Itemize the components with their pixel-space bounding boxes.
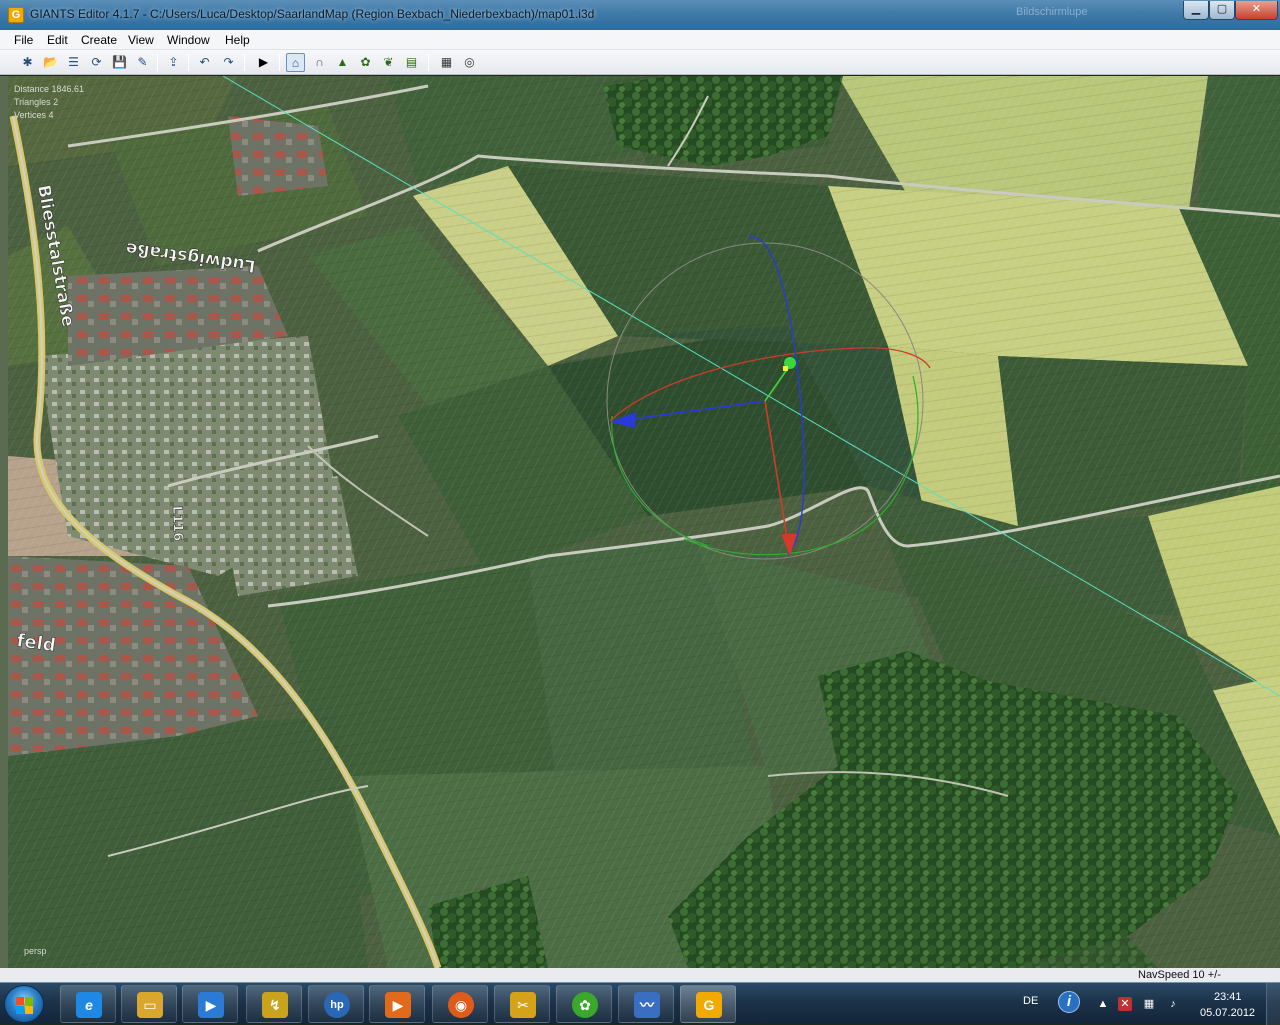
- terrain-detail-icon[interactable]: ▤: [402, 53, 421, 72]
- refresh-icon[interactable]: ⟳: [87, 53, 106, 72]
- terrain-paint-icon[interactable]: ✿: [356, 53, 375, 72]
- toolbar-separator: [157, 54, 158, 71]
- icq-icon: ✿: [572, 992, 598, 1018]
- magnifier-ghost-label: Bildschirmlupe: [1016, 6, 1088, 18]
- network-icon[interactable]: ▦: [1142, 997, 1156, 1011]
- tools-icon: ✂: [510, 992, 536, 1018]
- taskbar-hp-support[interactable]: hp: [308, 985, 364, 1023]
- redo-icon[interactable]: ↷: [219, 53, 238, 72]
- giants-app-icon: G: [8, 7, 24, 23]
- save-as-icon[interactable]: ✎: [133, 53, 152, 72]
- maximize-button[interactable]: ▢: [1209, 1, 1235, 20]
- folder-icon: ▭: [137, 992, 163, 1018]
- start-button[interactable]: [4, 985, 44, 1023]
- taskbar-file-explorer[interactable]: ▭: [121, 985, 177, 1023]
- show-desktop-button[interactable]: [1266, 983, 1280, 1025]
- messenger-icon: 〰: [634, 992, 660, 1018]
- snap-icon[interactable]: ◎: [460, 53, 479, 72]
- tray-expand-icon[interactable]: ▲: [1096, 997, 1110, 1011]
- taskbar-internet-explorer[interactable]: e: [60, 985, 116, 1023]
- taskbar-giants-editor[interactable]: G: [680, 985, 736, 1023]
- toolbar-separator: [279, 54, 280, 71]
- taskbar-messenger[interactable]: 〰: [618, 985, 674, 1023]
- language-indicator[interactable]: DE: [1023, 995, 1038, 1007]
- windows-logo-icon: [16, 997, 24, 1005]
- taskbar-firefox[interactable]: ◉: [432, 985, 488, 1023]
- import-icon[interactable]: ⇪: [164, 53, 183, 72]
- hp-icon: hp: [324, 992, 350, 1018]
- camera-label: persp: [24, 946, 47, 956]
- menu-file[interactable]: File: [14, 33, 33, 47]
- giants-editor-icon: G: [696, 992, 722, 1018]
- undo-icon[interactable]: ↶: [195, 53, 214, 72]
- security-alert-icon[interactable]: ✕: [1118, 997, 1132, 1011]
- firefox-icon: ◉: [448, 992, 474, 1018]
- toolbar-separator: [244, 54, 245, 71]
- windows-logo-icon: [25, 997, 33, 1005]
- info-icon[interactable]: i: [1058, 991, 1080, 1013]
- open-icon[interactable]: 📂: [41, 53, 60, 72]
- media-center-icon: ▶: [198, 992, 224, 1018]
- window-title: GIANTS Editor 4.1.7 - C:/Users/Luca/Desk…: [30, 7, 595, 21]
- navspeed-label: NavSpeed 10 +/-: [1138, 969, 1221, 981]
- properties-icon[interactable]: ☰: [64, 53, 83, 72]
- toolbar-separator: [188, 54, 189, 71]
- status-bar: NavSpeed 10 +/-: [0, 968, 1280, 982]
- stat-distance: Distance 1846.61: [14, 84, 85, 94]
- taskbar: e ▭ ▶ ↯ hp ▶ ◉ ✂ ✿ 〰 G DE i ▲ ✕ ▦ ♪ 23:4…: [0, 982, 1280, 1025]
- installer-icon: ↯: [262, 992, 288, 1018]
- 3d-viewport[interactable]: Bliesstalstraße Ludwigstraße L116 feld D…: [8, 76, 1280, 968]
- taskbar-icq[interactable]: ✿: [556, 985, 612, 1023]
- clock-date[interactable]: 05.07.2012: [1200, 1007, 1255, 1019]
- grid-icon[interactable]: ▦: [437, 53, 456, 72]
- stat-vertices: Vertices 4: [14, 110, 54, 120]
- windows-logo-icon: [25, 1006, 33, 1014]
- terrain-sculpt-icon[interactable]: ▲: [333, 53, 352, 72]
- select-mode-icon[interactable]: ⌂: [286, 53, 305, 72]
- internet-explorer-icon: e: [76, 992, 102, 1018]
- menu-window[interactable]: Window: [167, 33, 210, 47]
- scene-stats: Distance 1846.61 Triangles 2 Vertices 4: [14, 83, 84, 122]
- stat-triangles: Triangles 2: [14, 97, 59, 107]
- terrain-scene: Bliesstalstraße Ludwigstraße L116 feld: [8, 76, 1280, 968]
- menu-help[interactable]: Help: [225, 33, 250, 47]
- toolbar: ✱ 📂 ☰ ⟳ 💾 ✎ ⇪ ↶ ↷ ▶ ⌂ ∩ ▲ ✿ ❦ ▤ ▦ ◎: [0, 50, 1280, 75]
- menu-bar: File Edit Create View Window Help: [0, 30, 1280, 50]
- taskbar-windows-media[interactable]: ▶: [182, 985, 238, 1023]
- player-icon: ▶: [385, 992, 411, 1018]
- viewport-left-border: [0, 76, 8, 968]
- play-icon[interactable]: ▶: [254, 53, 273, 72]
- toolbar-separator: [428, 54, 429, 71]
- taskbar-media-player[interactable]: ▶: [369, 985, 425, 1023]
- new-icon[interactable]: ✱: [18, 53, 37, 72]
- volume-icon[interactable]: ♪: [1166, 997, 1180, 1011]
- close-button[interactable]: ✕: [1235, 1, 1278, 20]
- road-label-l116: L116: [169, 506, 185, 542]
- clock-time[interactable]: 23:41: [1214, 991, 1242, 1003]
- menu-create[interactable]: Create: [81, 33, 117, 47]
- menu-edit[interactable]: Edit: [47, 33, 68, 47]
- minimize-button[interactable]: ▁: [1183, 1, 1209, 20]
- foliage-paint-icon[interactable]: ❦: [379, 53, 398, 72]
- windows-logo-icon: [16, 1006, 24, 1014]
- taskbar-tools[interactable]: ✂: [494, 985, 550, 1023]
- menu-view[interactable]: View: [128, 33, 154, 47]
- taskbar-install-tool[interactable]: ↯: [246, 985, 302, 1023]
- save-icon[interactable]: 💾: [110, 53, 129, 72]
- move-mode-icon[interactable]: ∩: [310, 53, 329, 72]
- title-bar: G GIANTS Editor 4.1.7 - C:/Users/Luca/De…: [0, 0, 1280, 30]
